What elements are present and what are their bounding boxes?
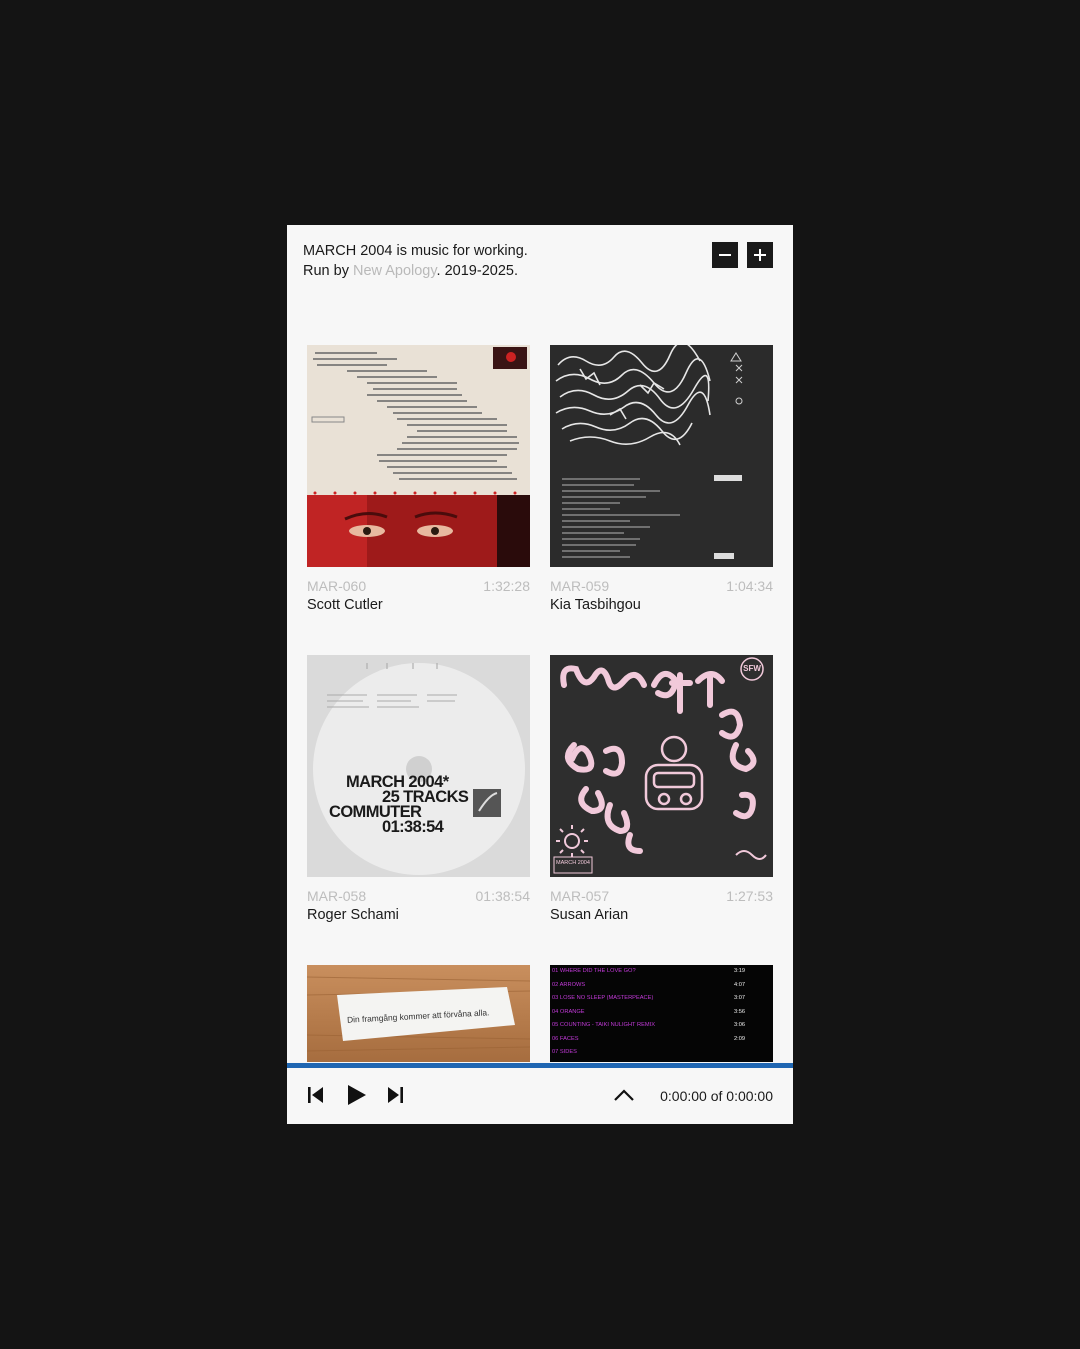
release-code: MAR-059 xyxy=(550,578,610,594)
album-cover-image[interactable] xyxy=(307,345,530,567)
release-artist: Scott Cutler xyxy=(307,597,383,613)
release-meta: MAR-058 01:38:54 xyxy=(307,888,530,904)
plus-icon xyxy=(754,249,766,261)
tracklist-right: 3:19 4:07 3:07 3:56 3:06 2:09 xyxy=(734,965,745,1046)
release-code: MAR-060 xyxy=(307,578,367,594)
track-line: 03 LOSE NO SLEEP (MASTERPEACE) xyxy=(552,995,654,1001)
release-meta: MAR-057 1:27:53 xyxy=(550,888,773,904)
zoom-in-button[interactable] xyxy=(747,242,773,268)
play-icon xyxy=(348,1085,366,1105)
release-meta: MAR-060 1:32:28 xyxy=(307,578,530,594)
sfw-badge: SFW xyxy=(743,664,761,673)
intro-suffix: . 2019-2025. xyxy=(436,263,518,279)
new-apology-link[interactable]: New Apology xyxy=(353,263,437,279)
track-time: 2:09 xyxy=(734,1035,746,1042)
play-button[interactable] xyxy=(346,1083,368,1112)
app-window: MARCH 2004 is music for working. Run by … xyxy=(287,225,793,1124)
release-duration: 1:27:53 xyxy=(726,888,773,904)
next-track-button[interactable] xyxy=(386,1085,404,1110)
release-artist: Roger Schami xyxy=(307,907,399,923)
cover-tag: MARCH 2004 xyxy=(556,860,590,866)
chevron-up-icon xyxy=(614,1089,634,1101)
expand-player-button[interactable] xyxy=(613,1088,635,1107)
release-card[interactable]: MAR-059 1:04:34 Kia Tasbihgou xyxy=(550,345,773,613)
skip-forward-icon xyxy=(388,1087,403,1103)
track-line: 06 FACES xyxy=(552,1035,579,1042)
minus-icon xyxy=(719,254,731,256)
release-card[interactable]: MAR-060 1:32:28 Scott Cutler xyxy=(307,345,530,613)
album-cover-image[interactable]: MARCH 2004* 25 TRACKS COMMUTER 01:38:54 xyxy=(307,655,530,877)
track-line: 07 SIDES xyxy=(552,1049,577,1055)
release-artist: Susan Arian xyxy=(550,907,629,923)
album-cover-image[interactable]: SFW MARCH 2004 xyxy=(550,655,773,877)
cover-line: 01:38:54 xyxy=(382,818,444,836)
track-line: 01 WHERE DID THE LOVE GO? xyxy=(552,968,636,974)
release-card[interactable]: MARCH 2004* 25 TRACKS COMMUTER 01:38:54 … xyxy=(307,655,530,923)
playback-time: 0:00:00 of 0:00:00 xyxy=(660,1088,773,1104)
album-cover-image[interactable]: Din framgång kommer att förvåna alla. xyxy=(307,965,530,1062)
release-meta: MAR-059 1:04:34 xyxy=(550,578,773,594)
release-duration: 01:38:54 xyxy=(475,888,531,904)
intro-line-2: Run by New Apology. 2019-2025. xyxy=(303,261,528,281)
intro-line-1: MARCH 2004 is music for working. xyxy=(303,243,528,259)
track-time: 3:06 xyxy=(734,1022,746,1028)
previous-track-button[interactable] xyxy=(307,1085,325,1110)
release-card[interactable]: 01 WHERE DID THE LOVE GO? 02 ARROWS 03 L… xyxy=(550,965,773,1062)
skip-back-icon xyxy=(308,1087,323,1103)
intro-prefix: Run by xyxy=(303,263,353,279)
release-card[interactable]: SFW MARCH 2004 MAR-057 1:27:53 Susan Ari… xyxy=(550,655,773,923)
track-line: 04 ORANGE xyxy=(552,1008,585,1015)
intro-text: MARCH 2004 is music for working. Run by … xyxy=(303,241,528,281)
release-code: MAR-058 xyxy=(307,888,367,904)
track-time: 3:19 xyxy=(734,968,746,974)
track-time: 3:56 xyxy=(734,1008,746,1015)
track-line: 05 COUNTING - TAIKI NULIGHT REMIX xyxy=(552,1022,656,1028)
cover-text: MARCH 2004* 25 TRACKS COMMUTER 01:38:54 xyxy=(329,774,469,836)
release-card[interactable]: Din framgång kommer att förvåna alla. xyxy=(307,965,530,1062)
release-duration: 1:32:28 xyxy=(483,578,530,594)
tracklist-left: 01 WHERE DID THE LOVE GO? 02 ARROWS 03 L… xyxy=(552,965,655,1060)
release-code: MAR-057 xyxy=(550,888,610,904)
album-cover-image[interactable] xyxy=(550,345,773,567)
release-artist: Kia Tasbihgou xyxy=(550,597,641,613)
release-duration: 1:04:34 xyxy=(726,578,773,594)
track-line: 02 ARROWS xyxy=(552,981,586,988)
album-cover-image[interactable]: 01 WHERE DID THE LOVE GO? 02 ARROWS 03 L… xyxy=(550,965,773,1062)
player-bar: 0:00:00 of 0:00:00 xyxy=(287,1068,793,1124)
zoom-out-button[interactable] xyxy=(712,242,738,268)
track-time: 4:07 xyxy=(734,981,746,988)
track-time: 3:07 xyxy=(734,995,746,1001)
